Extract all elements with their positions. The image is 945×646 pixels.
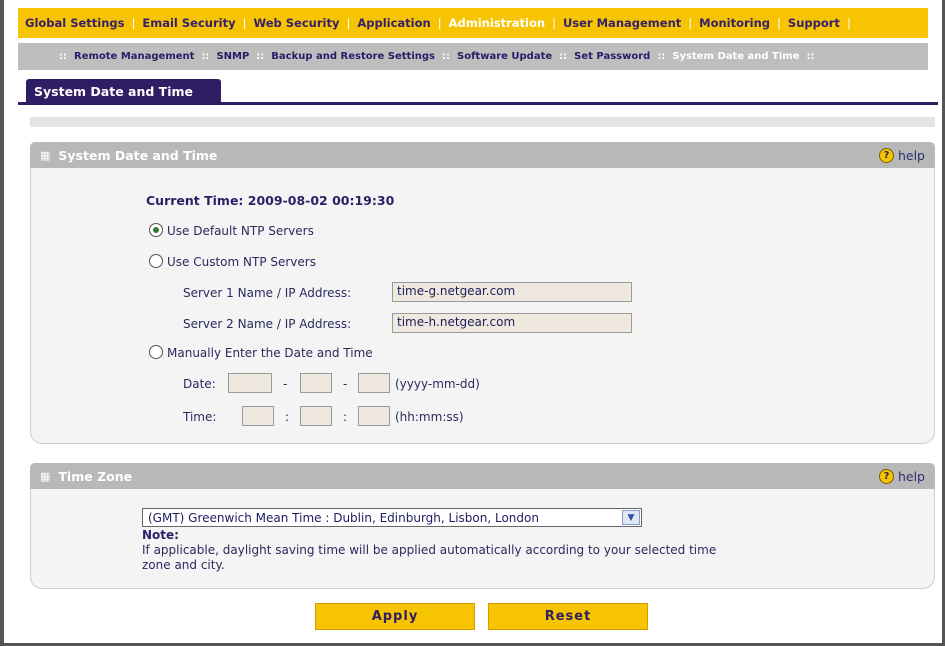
subnav-set-password[interactable]: Set Password bbox=[570, 51, 654, 62]
nav-application[interactable]: Application bbox=[350, 16, 437, 30]
note-line-2: zone and city. bbox=[142, 558, 225, 572]
date-day-input[interactable] bbox=[358, 373, 390, 393]
time-second-input[interactable] bbox=[358, 406, 390, 426]
date-year-input[interactable] bbox=[228, 373, 272, 393]
date-section-title: System Date and Time bbox=[58, 147, 218, 163]
date-section-header: ▦ System Date and Time ? help bbox=[30, 142, 935, 168]
time-format-hint: (hh:mm:ss) bbox=[395, 410, 464, 424]
tab-underline bbox=[18, 102, 938, 105]
current-time-label: Current Time: 2009-08-02 00:19:30 bbox=[146, 193, 395, 208]
nav-support[interactable]: Support bbox=[781, 16, 847, 30]
time-minute-input[interactable] bbox=[300, 406, 332, 426]
tz-section-header: ▦ Time Zone ? help bbox=[30, 463, 935, 489]
server2-input[interactable]: time-h.netgear.com bbox=[392, 313, 632, 333]
subnav-remote-management[interactable]: Remote Management bbox=[70, 51, 198, 62]
server1-input[interactable]: time-g.netgear.com bbox=[392, 282, 632, 302]
subnav-system-date-time[interactable]: System Date and Time bbox=[668, 51, 803, 62]
manual-date-label: Manually Enter the Date and Time bbox=[167, 346, 373, 360]
date-month-input[interactable] bbox=[300, 373, 332, 393]
subnav-snmp[interactable]: SNMP bbox=[212, 51, 253, 62]
radio-default-ntp[interactable] bbox=[149, 223, 163, 237]
date-label: Date: bbox=[183, 377, 216, 391]
subnav-software-update[interactable]: Software Update bbox=[453, 51, 556, 62]
date-section-body bbox=[30, 168, 935, 444]
nav-user-management[interactable]: User Management bbox=[556, 16, 688, 30]
sub-nav: :: Remote Management :: SNMP :: Backup a… bbox=[18, 43, 928, 70]
time-hour-input[interactable] bbox=[242, 406, 274, 426]
default-ntp-label: Use Default NTP Servers bbox=[167, 224, 314, 238]
nav-monitoring[interactable]: Monitoring bbox=[692, 16, 777, 30]
grid-icon: ▦ bbox=[40, 148, 51, 162]
subnav-backup-restore[interactable]: Backup and Restore Settings bbox=[267, 51, 439, 62]
help-icon: ? bbox=[878, 468, 894, 484]
date-format-hint: (yyyy-mm-dd) bbox=[395, 377, 480, 391]
nav-administration[interactable]: Administration bbox=[442, 16, 553, 30]
radio-manual-date[interactable] bbox=[149, 345, 163, 359]
top-divider-strip bbox=[30, 117, 935, 127]
nav-global-settings[interactable]: Global Settings bbox=[18, 16, 132, 30]
server1-label: Server 1 Name / IP Address: bbox=[183, 286, 352, 300]
note-line-1: If applicable, daylight saving time will… bbox=[142, 543, 717, 557]
tz-help-link[interactable]: ? help bbox=[878, 468, 925, 484]
grid-icon: ▦ bbox=[40, 469, 51, 483]
tab-system-date-time[interactable]: System Date and Time bbox=[26, 79, 221, 103]
date-help-link[interactable]: ? help bbox=[878, 147, 925, 163]
note-label: Note: bbox=[142, 528, 179, 542]
time-label: Time: bbox=[183, 410, 217, 424]
server2-label: Server 2 Name / IP Address: bbox=[183, 317, 352, 331]
nav-web-security[interactable]: Web Security bbox=[246, 16, 346, 30]
custom-ntp-label: Use Custom NTP Servers bbox=[167, 255, 316, 269]
nav-email-security[interactable]: Email Security bbox=[135, 16, 242, 30]
top-nav: Global Settings | Email Security | Web S… bbox=[18, 8, 928, 38]
chevron-down-icon[interactable]: ▼ bbox=[622, 510, 640, 525]
apply-button[interactable]: Apply bbox=[315, 603, 475, 630]
timezone-select[interactable]: (GMT) Greenwich Mean Time : Dublin, Edin… bbox=[142, 508, 642, 527]
help-icon: ? bbox=[878, 147, 894, 163]
tz-section-title: Time Zone bbox=[58, 468, 133, 484]
radio-custom-ntp[interactable] bbox=[149, 254, 163, 268]
reset-button[interactable]: Reset bbox=[488, 603, 648, 630]
